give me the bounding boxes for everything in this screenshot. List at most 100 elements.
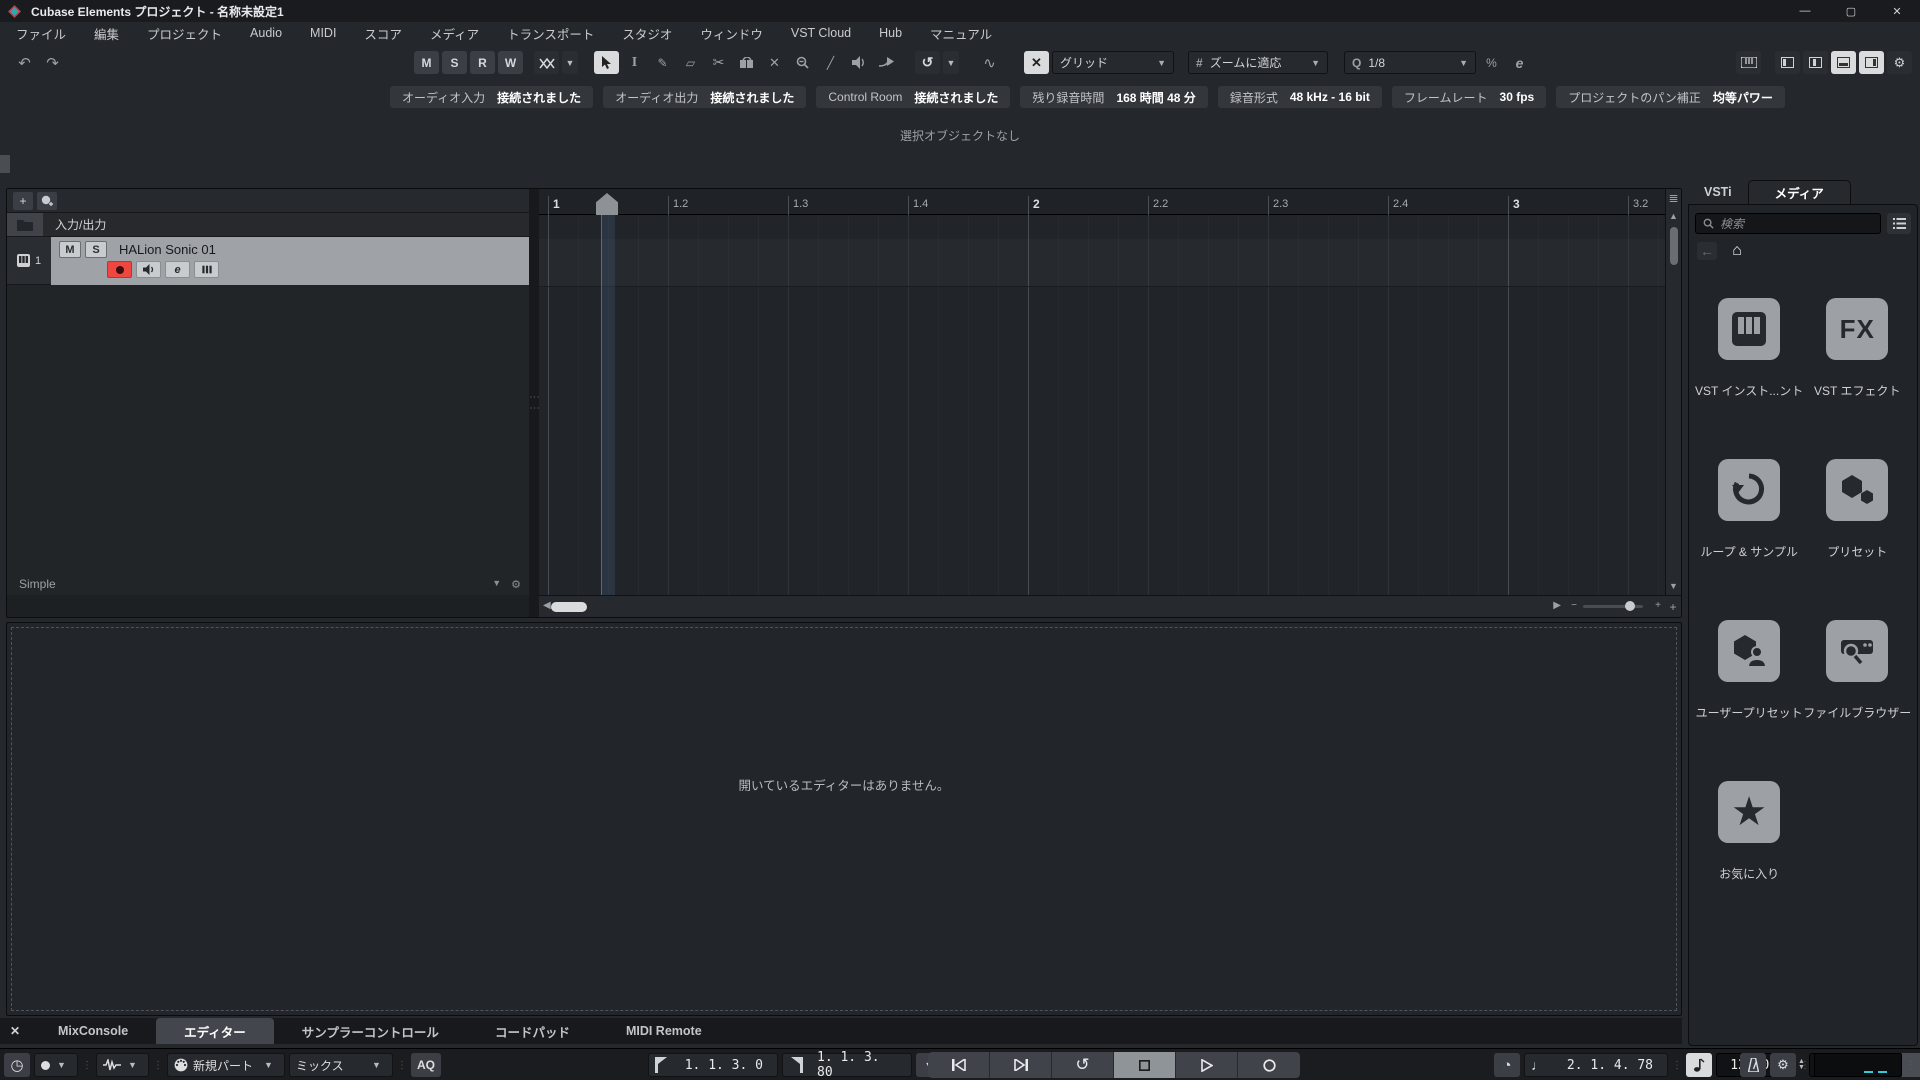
- menu-audio[interactable]: Audio: [236, 26, 296, 40]
- left-locator-value[interactable]: 1. 1. 3. 0: [675, 1053, 771, 1077]
- record-button[interactable]: [1238, 1052, 1300, 1078]
- cycle-button[interactable]: ↺: [1052, 1052, 1114, 1078]
- tile-presets[interactable]: プリセット: [1826, 459, 1889, 560]
- maximize-button[interactable]: ▢: [1828, 0, 1874, 22]
- tile-favorites[interactable]: ★ お気に入り: [1718, 781, 1781, 882]
- draw-tool[interactable]: ✎: [650, 51, 675, 74]
- line-tool[interactable]: ╱: [818, 51, 843, 74]
- grid-type-dropdown[interactable]: # ズームに適応 ▼: [1188, 51, 1328, 74]
- menu-score[interactable]: スコア: [350, 24, 416, 43]
- setup-window-layout-button[interactable]: ⚙: [1887, 51, 1912, 74]
- track-controls-preset[interactable]: Simple: [19, 577, 56, 591]
- tab-midi-remote[interactable]: MIDI Remote: [598, 1018, 730, 1044]
- track-solo-button[interactable]: S: [85, 241, 107, 258]
- erase-tool[interactable]: ▱: [678, 51, 703, 74]
- tab-media[interactable]: メディア: [1747, 180, 1851, 204]
- track-body[interactable]: M S HALion Sonic 01 e: [51, 237, 529, 285]
- media-home-button[interactable]: ⌂: [1727, 242, 1747, 260]
- metronome-setup-gear-icon[interactable]: ⚙: [1770, 1053, 1796, 1077]
- close-button[interactable]: ✕: [1874, 0, 1920, 22]
- tile-vst-effects[interactable]: FX VST エフェクト: [1814, 298, 1900, 399]
- track-lane[interactable]: [539, 239, 1665, 287]
- solo-all-button[interactable]: S: [442, 51, 467, 74]
- control-room-chip[interactable]: Control Room 接続されました: [816, 86, 1011, 108]
- vertical-zoom-in-button[interactable]: +: [1665, 595, 1681, 617]
- midi-record-mode-dropdown[interactable]: 新規パート ▼: [167, 1053, 285, 1077]
- record-format-chip[interactable]: 録音形式 48 kHz - 16 bit: [1217, 86, 1382, 108]
- tile-vst-instruments[interactable]: VST インスト...ント: [1695, 298, 1803, 399]
- inspector-toggle[interactable]: [1803, 51, 1828, 74]
- record-time-chip[interactable]: 残り録音時間 168 時間 48 分: [1020, 86, 1208, 108]
- pan-law-chip[interactable]: プロジェクトのパン補正 均等パワー: [1556, 86, 1785, 108]
- undo-button[interactable]: ↶: [12, 51, 37, 74]
- divider-handle[interactable]: ⋮⋮: [529, 392, 540, 414]
- add-track-button[interactable]: +: [13, 191, 33, 210]
- zoom-tool[interactable]: [790, 51, 815, 74]
- menu-hub[interactable]: Hub: [865, 26, 916, 40]
- object-select-tool[interactable]: [594, 51, 619, 74]
- stop-button[interactable]: [1114, 1052, 1176, 1078]
- tile-loops-samples[interactable]: ループ & サンプル: [1700, 459, 1798, 560]
- tab-vsti[interactable]: VSTi: [1688, 180, 1748, 204]
- zoom-out-icon[interactable]: −: [1571, 600, 1577, 611]
- go-to-start-button[interactable]: [928, 1052, 990, 1078]
- record-mode-button[interactable]: ▼: [34, 1053, 78, 1077]
- vertical-scroll-thumb[interactable]: [1669, 227, 1678, 265]
- record-history-button[interactable]: ◷: [4, 1053, 30, 1077]
- lower-zone-toggle[interactable]: [1831, 51, 1856, 74]
- snap-toggle-button[interactable]: ✕: [1024, 51, 1049, 74]
- menu-vst-cloud[interactable]: VST Cloud: [777, 26, 865, 40]
- timeline-grid[interactable]: [539, 215, 1665, 595]
- write-automation-button[interactable]: W: [498, 51, 523, 74]
- record-enable-button[interactable]: [107, 261, 132, 278]
- audio-alignment-button[interactable]: ▼: [96, 1053, 149, 1077]
- menu-file[interactable]: ファイル: [2, 24, 80, 43]
- quantize-panel-button[interactable]: e: [1507, 51, 1532, 74]
- close-lower-zone-icon[interactable]: ✕: [0, 1024, 30, 1038]
- tab-mixconsole[interactable]: MixConsole: [30, 1018, 156, 1044]
- vertical-scrollbar[interactable]: ≣ ▲ ▼: [1665, 189, 1681, 595]
- play-tool[interactable]: [846, 51, 871, 74]
- tab-chord-pads[interactable]: コードパッド: [467, 1018, 598, 1044]
- iterative-quantize-button[interactable]: %: [1479, 51, 1504, 74]
- menu-midi[interactable]: MIDI: [296, 26, 350, 40]
- onscreen-keyboard-button[interactable]: [1736, 51, 1761, 74]
- tile-user-presets[interactable]: ユーザープリセット: [1696, 620, 1803, 721]
- tile-file-browser[interactable]: ファイルブラウザー: [1803, 620, 1911, 721]
- horizontal-scrollbar[interactable]: ◀ ▶ − +: [539, 595, 1665, 617]
- time-display[interactable]: ♩ 2. 1. 4. 78: [1524, 1053, 1668, 1077]
- track-presets-button[interactable]: [37, 191, 57, 210]
- track-mute-button[interactable]: M: [59, 241, 81, 258]
- arranger-jog-button[interactable]: ◔: [1494, 1053, 1520, 1077]
- audio-output-chip[interactable]: オーディオ出力 接続されました: [603, 86, 807, 108]
- right-zone-toggle[interactable]: [1859, 51, 1884, 74]
- quantize-dropdown[interactable]: Q 1/8 ▼: [1344, 51, 1476, 74]
- menu-transport[interactable]: トランスポート: [493, 24, 608, 43]
- auto-fade-dropdown[interactable]: ▼: [562, 51, 578, 74]
- track-list-settings-gear-icon[interactable]: ⚙: [511, 578, 521, 591]
- media-back-button[interactable]: ←: [1697, 242, 1717, 260]
- left-zone-toggle[interactable]: [1775, 51, 1800, 74]
- auto-quantize-button[interactable]: AQ: [411, 1053, 441, 1077]
- edit-instrument-button[interactable]: e: [165, 261, 190, 278]
- monitor-button[interactable]: [136, 261, 161, 278]
- glue-tool[interactable]: [734, 51, 759, 74]
- frame-rate-chip[interactable]: フレームレート 30 fps: [1391, 86, 1547, 108]
- scroll-down-icon[interactable]: ▼: [1666, 577, 1682, 595]
- right-locator-value[interactable]: 1. 1. 3. 80: [809, 1050, 905, 1080]
- scroll-left-icon[interactable]: ◀: [543, 600, 551, 611]
- tracklist-timeline-divider[interactable]: ⋮⋮: [529, 189, 540, 617]
- menu-edit[interactable]: 編集: [80, 24, 133, 43]
- tab-editor[interactable]: エディター: [156, 1018, 274, 1044]
- menu-studio[interactable]: スタジオ: [608, 24, 686, 43]
- tab-sampler-control[interactable]: サンプラーコントロール: [274, 1018, 467, 1044]
- instrument-button[interactable]: [194, 261, 219, 278]
- read-automation-button[interactable]: R: [470, 51, 495, 74]
- track-name[interactable]: HALion Sonic 01: [119, 242, 216, 257]
- mute-all-button[interactable]: M: [414, 51, 439, 74]
- project-cursor-handle[interactable]: [596, 193, 618, 215]
- mute-tool[interactable]: ✕: [762, 51, 787, 74]
- track-versions-button[interactable]: ↺: [915, 51, 940, 74]
- instrument-track[interactable]: 1 M S HALion Sonic 01 e: [7, 237, 529, 285]
- zoom-slider-knob[interactable]: [1625, 601, 1635, 611]
